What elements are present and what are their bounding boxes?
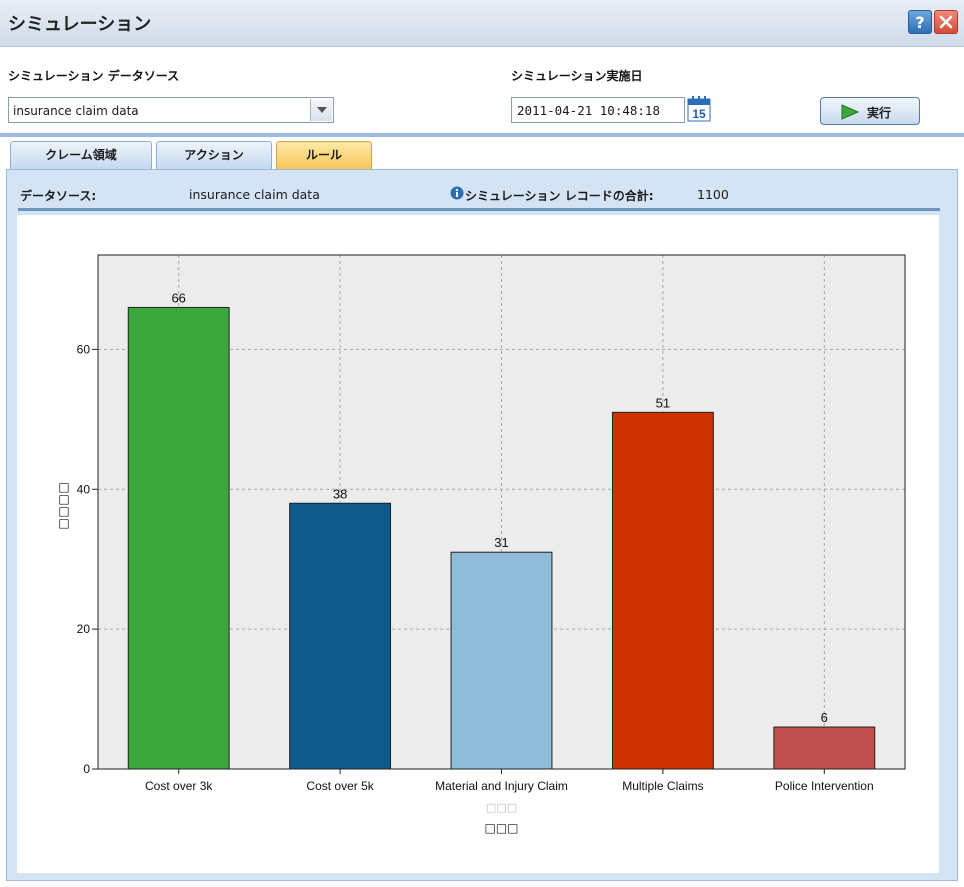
calendar-icon[interactable]: 15 [687,95,711,123]
x-tick-label: Cost over 3k [145,779,213,793]
x-tick-label: Police Intervention [775,779,874,793]
info-separator [18,208,940,211]
y-tick-label: 40 [77,482,91,496]
window-title: シミュレーション [8,14,152,35]
x-axis-sublabel: □□□ [486,801,517,814]
info-datasource-label: データソース: [20,189,97,203]
x-axis-label: □□□ [484,821,518,835]
simulation-date-label: シミュレーション実施日 [511,69,643,83]
run-button-label: 実行 [867,106,892,120]
total-records-value: 1100 [697,187,729,202]
simulation-date-field[interactable]: 2011-04-21 10:48:18 [511,97,685,123]
run-button[interactable]: 実行 [820,97,920,125]
bar [127,306,230,770]
y-tick-label: 60 [77,342,91,356]
bar [289,502,392,770]
info-datasource-value: insurance claim data [189,187,320,202]
divider [0,133,964,137]
chart-area: 66 Cost over 3k 38 Cost over 5k 31 Material a… [17,215,939,873]
datasource-label: シミュレーション データソース [8,69,180,83]
x-tick-label: Cost over 5k [306,779,374,793]
data-label: 66 [171,290,185,305]
bar [450,551,553,770]
bar [611,411,714,770]
x-tick-label: Multiple Claims [622,779,703,793]
tab-label: クレーム領域 [45,148,117,162]
info-icon [450,186,464,200]
play-icon [841,104,859,120]
y-tick-label: 0 [83,762,90,776]
chevron-down-icon [317,107,327,113]
tab-label: ルール [305,148,342,162]
total-records-label: シミュレーション レコードの合計: [465,189,654,203]
tab-label: アクション [184,148,244,162]
datasource-select-value: insurance claim data [13,104,139,118]
tab-claim-area[interactable]: クレーム領域 [10,141,152,169]
bar [773,726,876,770]
y-axis-label: □ □ □ □ [58,480,69,530]
data-label: 6 [821,710,828,725]
x-tick-label: Material and Injury Claim [435,779,568,793]
bar-chart: 66 Cost over 3k 38 Cost over 5k 31 Material a… [58,254,906,835]
tab-actions[interactable]: アクション [156,141,272,169]
close-icon [939,15,953,29]
dropdown-button[interactable] [310,99,332,121]
help-button[interactable]: ? [908,10,932,34]
close-button[interactable] [934,10,958,34]
help-icon: ? [915,13,925,32]
data-label: 38 [333,486,347,501]
tab-rules[interactable]: ルール [276,141,372,169]
calendar-day: 15 [692,107,706,121]
data-label: 51 [656,395,670,410]
y-tick-label: 20 [77,622,91,636]
data-label: 31 [494,535,508,550]
simulation-date-value: 2011-04-21 10:48:18 [517,103,660,118]
title-bar: シミュレーション ? [0,0,964,47]
datasource-select[interactable]: insurance claim data [8,97,334,123]
